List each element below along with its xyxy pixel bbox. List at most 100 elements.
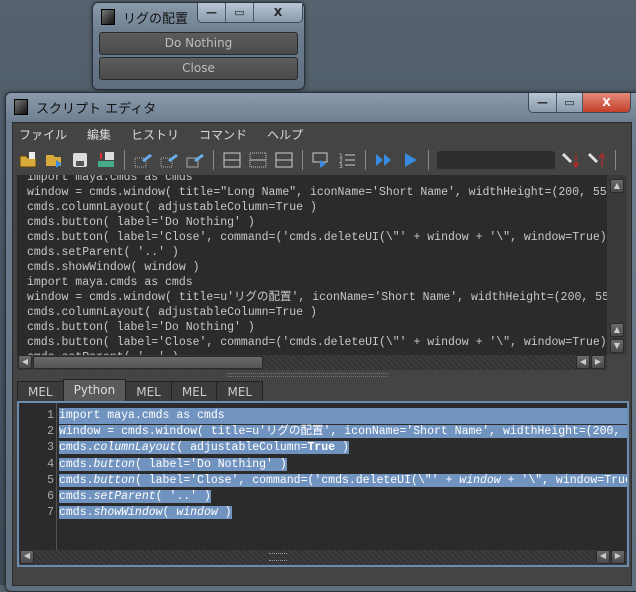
- tab-bar: MEL Python MEL MEL MEL: [17, 379, 264, 401]
- history-line: window = cmds.window( title="Long Name",…: [27, 186, 607, 199]
- history-pane[interactable]: import maya.cmds as cmds window = cmds.wi…: [17, 175, 607, 355]
- code-token: setParent: [93, 489, 156, 503]
- selection: window = cmds.window( title=u'リグの配置', ic…: [59, 425, 629, 439]
- close-button[interactable]: X: [254, 3, 302, 22]
- code-token: + '\", window=True)') ): [507, 473, 627, 487]
- code-token: ): [335, 441, 349, 455]
- clear-all-icon[interactable]: [185, 150, 205, 170]
- history-line: import maya.cmds as cmds: [27, 175, 193, 184]
- menu-help[interactable]: ヘルプ: [267, 126, 303, 143]
- input-pane[interactable]: 1 2 3 4 5 6 7 import maya.cmds as cmds window =…: [17, 401, 629, 567]
- scroll-left-end-button[interactable]: ◀: [576, 355, 590, 369]
- maximize-button[interactable]: ▭: [226, 3, 254, 22]
- code-token: showWindow: [93, 506, 163, 520]
- line-number: 1: [47, 409, 54, 422]
- history-line: cmds.button( label='Do Nothing' ): [27, 216, 255, 229]
- show-input-icon[interactable]: [248, 150, 268, 170]
- history-horizontal-scrollbar[interactable]: ◀ ◀ ▶: [17, 355, 607, 370]
- selection: import maya.cmds as cmds: [59, 409, 225, 422]
- input-line: cmds.button( label='Do Nothing' ): [59, 457, 627, 473]
- input-horizontal-scrollbar[interactable]: ◀ ◀ ▶: [19, 550, 627, 565]
- menu-command[interactable]: コマンド: [199, 126, 247, 143]
- selection: cmds.columnLayout( adjustableColumn=True…: [59, 441, 349, 455]
- code-token: cmds.: [59, 473, 94, 487]
- close-window-button[interactable]: Close: [99, 57, 298, 80]
- code-token: window: [155, 425, 198, 439]
- tab-mel[interactable]: MEL: [216, 381, 264, 401]
- scroll-right-button[interactable]: ▶: [611, 550, 625, 564]
- line-number: 5: [47, 473, 54, 487]
- line-number: 6: [47, 489, 54, 503]
- line-number: 3: [47, 441, 54, 455]
- history-line: cmds.button( label='Close', command=('cm…: [27, 231, 607, 244]
- line-number-gutter: 1 2 3 4 5 6 7: [19, 403, 57, 565]
- tab-python[interactable]: Python: [62, 379, 127, 401]
- scroll-down-button[interactable]: ▼: [610, 339, 624, 353]
- history-line: window = cmds.window( title=u'リグの配置', ic…: [27, 291, 607, 304]
- scroll-up-button[interactable]: ▲: [610, 179, 624, 193]
- tab-mel[interactable]: MEL: [125, 381, 172, 401]
- scroll-up-lower-button[interactable]: ▲: [610, 323, 624, 337]
- code-token: ( title=u'リグの配置', iconName='Short Name',…: [197, 425, 629, 439]
- maximize-button[interactable]: ▭: [557, 93, 583, 112]
- minimize-button[interactable]: —: [198, 3, 226, 22]
- tab-mel[interactable]: MEL: [17, 381, 64, 401]
- maya-icon: [101, 9, 115, 25]
- search-input[interactable]: [437, 151, 555, 169]
- scroll-right-button[interactable]: ▶: [591, 355, 605, 369]
- history-vertical-scrollbar[interactable]: ▲ ▼ ▲: [607, 175, 627, 355]
- input-line: cmds.setParent( '..' ): [59, 489, 627, 505]
- code-token: import maya.cmds as cmds: [59, 409, 225, 422]
- search-up-icon[interactable]: [587, 150, 607, 170]
- search-down-icon[interactable]: [561, 150, 581, 170]
- scrollbar-thumb[interactable]: [33, 356, 263, 369]
- history-line: cmds.button( label='Close', command=('cm…: [27, 336, 607, 349]
- show-history-icon[interactable]: [222, 150, 242, 170]
- code-token: ( label='Close', command=('cmds.deleteUI…: [134, 473, 460, 487]
- show-both-icon[interactable]: [274, 150, 294, 170]
- clear-input-icon[interactable]: [159, 150, 179, 170]
- code-token: window: [176, 506, 218, 520]
- menu-history[interactable]: ヒストリ: [131, 126, 179, 143]
- save-to-shelf-icon[interactable]: [96, 150, 116, 170]
- input-line: import maya.cmds as cmds: [59, 408, 627, 425]
- code-token: columnLayout: [93, 441, 177, 455]
- script-editor-window: スクリプト エディタ — ▭ X ファイル 編集 ヒストリ コマンド ヘルプ 1…: [5, 92, 636, 592]
- source-script-icon[interactable]: [44, 150, 64, 170]
- selection: cmds.button( label='Close', command=('cm…: [59, 473, 627, 487]
- code-token: window: [459, 473, 501, 487]
- menu-edit[interactable]: 編集: [87, 126, 111, 143]
- selection: cmds.showWindow( window ): [59, 506, 232, 520]
- input-line: cmds.showWindow( window ): [59, 505, 627, 521]
- minimize-button[interactable]: —: [529, 93, 557, 112]
- line-number: 7: [47, 506, 54, 520]
- code-token: ( adjustableColumn=: [176, 441, 308, 455]
- close-button[interactable]: X: [583, 93, 630, 112]
- execute-all-icon[interactable]: [374, 150, 394, 170]
- open-script-icon[interactable]: [18, 150, 38, 170]
- tab-mel[interactable]: MEL: [170, 381, 218, 401]
- code-token: ): [217, 506, 232, 520]
- execute-icon[interactable]: [400, 150, 420, 170]
- do-nothing-button[interactable]: Do Nothing: [99, 32, 298, 55]
- svg-text:3: 3: [339, 163, 343, 168]
- input-line: cmds.button( label='Close', command=('cm…: [59, 473, 627, 489]
- scroll-left-button[interactable]: ◀: [18, 355, 32, 369]
- code-token: cmds.: [59, 506, 94, 520]
- line-numbers-icon[interactable]: 123: [337, 150, 357, 170]
- code-token: ( '..' ): [155, 489, 211, 503]
- scroll-left-end-button[interactable]: ◀: [596, 550, 610, 564]
- echo-all-commands-icon[interactable]: [311, 150, 331, 170]
- line-number: 4: [47, 457, 54, 471]
- scroll-left-button[interactable]: ◀: [20, 550, 34, 564]
- history-line: cmds.button( label='Do Nothing' ): [27, 321, 255, 334]
- pane-splitter[interactable]: [228, 373, 388, 377]
- scrollbar-grip[interactable]: [269, 553, 287, 561]
- menu-file[interactable]: ファイル: [19, 126, 67, 143]
- history-line: cmds.columnLayout( adjustableColumn=True…: [27, 201, 317, 214]
- code-token: True: [307, 441, 336, 455]
- toolbar: 123: [13, 147, 631, 173]
- window-title: リグの配置: [123, 11, 189, 27]
- clear-history-icon[interactable]: [133, 150, 153, 170]
- save-script-icon[interactable]: [70, 150, 90, 170]
